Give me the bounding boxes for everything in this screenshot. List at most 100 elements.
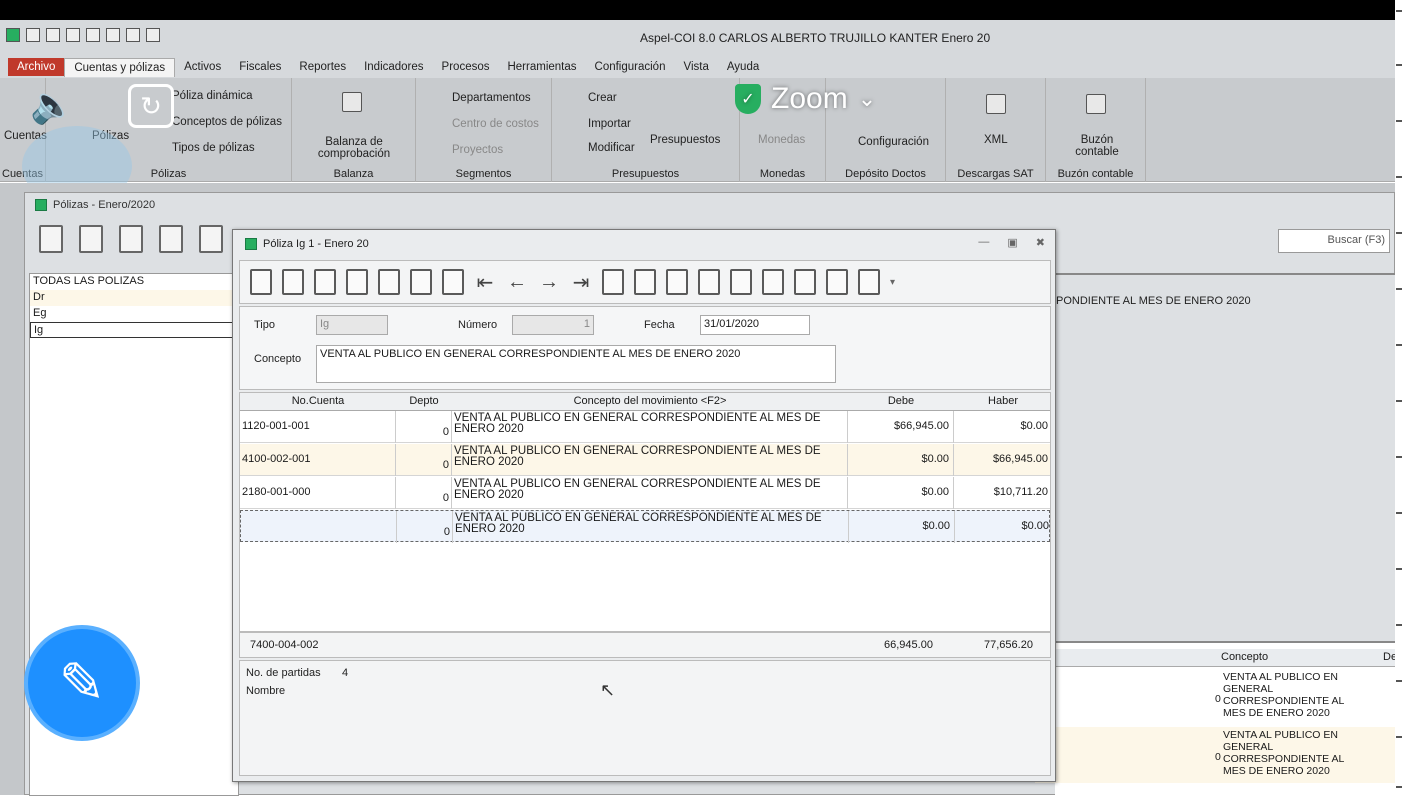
tipo-field[interactable]: Ig — [316, 315, 388, 335]
cuenta-cell[interactable] — [241, 511, 397, 543]
concepto-cell[interactable]: VENTA AL PUBLICO EN GENERAL CORRESPONDIE… — [453, 511, 849, 543]
tab-activos[interactable]: Activos — [175, 58, 230, 76]
quick-icon[interactable] — [66, 28, 80, 42]
debe-cell[interactable]: $0.00 — [848, 444, 954, 476]
fecha-field[interactable]: 31/01/2020 — [700, 315, 810, 335]
conceptos-polizas-button[interactable]: Conceptos de pólizas — [172, 116, 282, 128]
print-icon[interactable] — [199, 225, 223, 253]
cuenta-cell[interactable]: 4100-002-001 — [240, 444, 396, 476]
table-row-editing[interactable]: 0 VENTA AL PUBLICO EN GENERAL CORRESPOND… — [240, 510, 1053, 543]
list-item[interactable]: Eg — [30, 306, 238, 322]
xml-button[interactable]: XML — [984, 134, 1008, 146]
add-row-icon[interactable] — [314, 269, 336, 295]
refresh-document-icon[interactable] — [698, 269, 720, 295]
crear-button[interactable]: Crear — [588, 92, 617, 104]
tab-configuracion[interactable]: Configuración — [586, 58, 675, 76]
concepto-cell[interactable]: VENTA AL PUBLICO EN GENERAL CORRESPONDIE… — [452, 477, 848, 509]
balanza-button[interactable]: Balanza de comprobación — [300, 136, 408, 160]
quick-icon[interactable] — [26, 28, 40, 42]
column-header[interactable]: Depto — [396, 395, 452, 407]
column-header[interactable]: Concepto del movimiento <F2> — [452, 395, 848, 407]
depto-cell[interactable]: 0 — [396, 477, 452, 509]
document-gear-icon[interactable] — [378, 269, 400, 295]
document-image-icon[interactable] — [410, 269, 432, 295]
configuracion-button[interactable]: Configuración — [858, 136, 929, 148]
debe-cell[interactable]: $66,945.00 — [848, 411, 954, 443]
help-icon[interactable] — [126, 28, 140, 42]
depto-cell[interactable]: 0 — [397, 511, 453, 543]
copy-icon[interactable] — [826, 269, 848, 295]
first-record-icon[interactable]: ⇤ — [474, 270, 496, 295]
exit-icon[interactable] — [146, 28, 160, 42]
remove-row-icon[interactable] — [346, 269, 368, 295]
debe-cell[interactable]: $0.00 — [848, 477, 954, 509]
table-row[interactable]: 0 VENTA AL PUBLICO EN GENERAL CORRESPOND… — [1035, 727, 1396, 783]
poliza-dinamica-button[interactable]: Póliza dinámica — [172, 90, 253, 102]
departamentos-button[interactable]: Departamentos — [452, 92, 531, 104]
tab-indicadores[interactable]: Indicadores — [355, 58, 432, 76]
tab-fiscales[interactable]: Fiscales — [230, 58, 290, 76]
tab-archivo[interactable]: Archivo — [8, 58, 65, 76]
document-search-icon[interactable] — [634, 269, 656, 295]
debe-cell[interactable]: $0.00 — [849, 511, 955, 543]
money-icon[interactable] — [762, 269, 784, 295]
monedas-button[interactable]: Monedas — [758, 134, 805, 146]
rotate-icon[interactable]: ↻ — [128, 84, 174, 128]
table-row[interactable]: 1120-001-001 0 VENTA AL PUBLICO EN GENER… — [240, 411, 1050, 443]
column-header[interactable]: Concepto — [1221, 651, 1268, 663]
last-record-icon[interactable]: ⇥ — [570, 270, 592, 295]
pencil-icon[interactable]: ✎ — [24, 625, 140, 741]
depto-cell[interactable]: 0 — [396, 444, 452, 476]
tab-procesos[interactable]: Procesos — [433, 58, 499, 76]
currency-document-icon[interactable] — [666, 269, 688, 295]
numero-field[interactable]: 1 — [512, 315, 594, 335]
previous-record-icon[interactable]: ← — [506, 271, 528, 294]
tab-reportes[interactable]: Reportes — [290, 58, 355, 76]
restore-icon[interactable]: ▣ — [1007, 236, 1017, 249]
haber-cell[interactable]: $66,945.00 — [954, 444, 1052, 476]
quick-icon[interactable] — [46, 28, 60, 42]
minimize-icon[interactable]: — — [978, 236, 989, 249]
zoom-overlay[interactable]: ✓ Zoom ⌄ — [735, 82, 876, 116]
column-header[interactable]: No.Cuenta — [240, 395, 396, 407]
chevron-down-icon[interactable]: ▾ — [890, 277, 895, 288]
copy-icon[interactable] — [159, 225, 183, 253]
concepto-cell[interactable]: VENTA AL PUBLICO EN GENERAL CORRESPONDIE… — [452, 444, 848, 476]
document-icon[interactable] — [119, 225, 143, 253]
modificar-button[interactable]: Modificar — [588, 142, 635, 154]
column-header[interactable]: Debe — [848, 395, 954, 407]
table-row[interactable]: 4100-002-001 0 VENTA AL PUBLICO EN GENER… — [240, 444, 1050, 476]
haber-cell[interactable]: $10,711.20 — [954, 477, 1052, 509]
tab-cuentas-polizas[interactable]: Cuentas y pólizas — [64, 57, 176, 77]
tab-vista[interactable]: Vista — [674, 58, 717, 76]
next-record-icon[interactable]: → — [538, 271, 560, 294]
cuenta-cell[interactable]: 2180-001-000 — [240, 477, 396, 509]
column-header[interactable]: Haber — [954, 395, 1052, 407]
close-icon[interactable]: ✖ — [1036, 236, 1045, 249]
columns-icon[interactable] — [602, 269, 624, 295]
search-document-icon[interactable] — [730, 269, 752, 295]
table-row[interactable]: 2180-001-000 0 VENTA AL PUBLICO EN GENER… — [240, 477, 1050, 509]
centro-costos-button[interactable]: Centro de costos — [452, 118, 539, 130]
list-item-selected[interactable]: Ig — [30, 322, 238, 338]
list-icon[interactable] — [250, 269, 272, 295]
quick-icon[interactable] — [106, 28, 120, 42]
concepto-field[interactable]: VENTA AL PUBLICO EN GENERAL CORRESPONDIE… — [316, 345, 836, 383]
exit-icon[interactable] — [858, 269, 880, 295]
haber-cell[interactable]: $0.00 — [955, 511, 1053, 543]
print-icon[interactable] — [442, 269, 464, 295]
depto-cell[interactable]: 0 — [396, 411, 452, 443]
buzon-button[interactable]: Buzón contable — [1072, 134, 1122, 158]
importar-button[interactable]: Importar — [588, 118, 631, 130]
search-input[interactable]: Buscar (F3) — [1278, 229, 1390, 253]
list-item[interactable]: TODAS LAS POLIZAS — [30, 274, 238, 290]
cuenta-cell[interactable]: 1120-001-001 — [240, 411, 396, 443]
edit-document-icon[interactable] — [79, 225, 103, 253]
tipos-polizas-button[interactable]: Tipos de pólizas — [172, 142, 255, 154]
tab-ayuda[interactable]: Ayuda — [718, 58, 768, 76]
table-row[interactable]: 0 VENTA AL PUBLICO EN GENERAL CORRESPOND… — [1035, 669, 1396, 725]
concepto-cell[interactable]: VENTA AL PUBLICO EN GENERAL CORRESPONDIE… — [452, 411, 848, 443]
haber-cell[interactable]: $0.00 — [954, 411, 1052, 443]
proyectos-button[interactable]: Proyectos — [452, 144, 503, 156]
tab-herramientas[interactable]: Herramientas — [498, 58, 585, 76]
